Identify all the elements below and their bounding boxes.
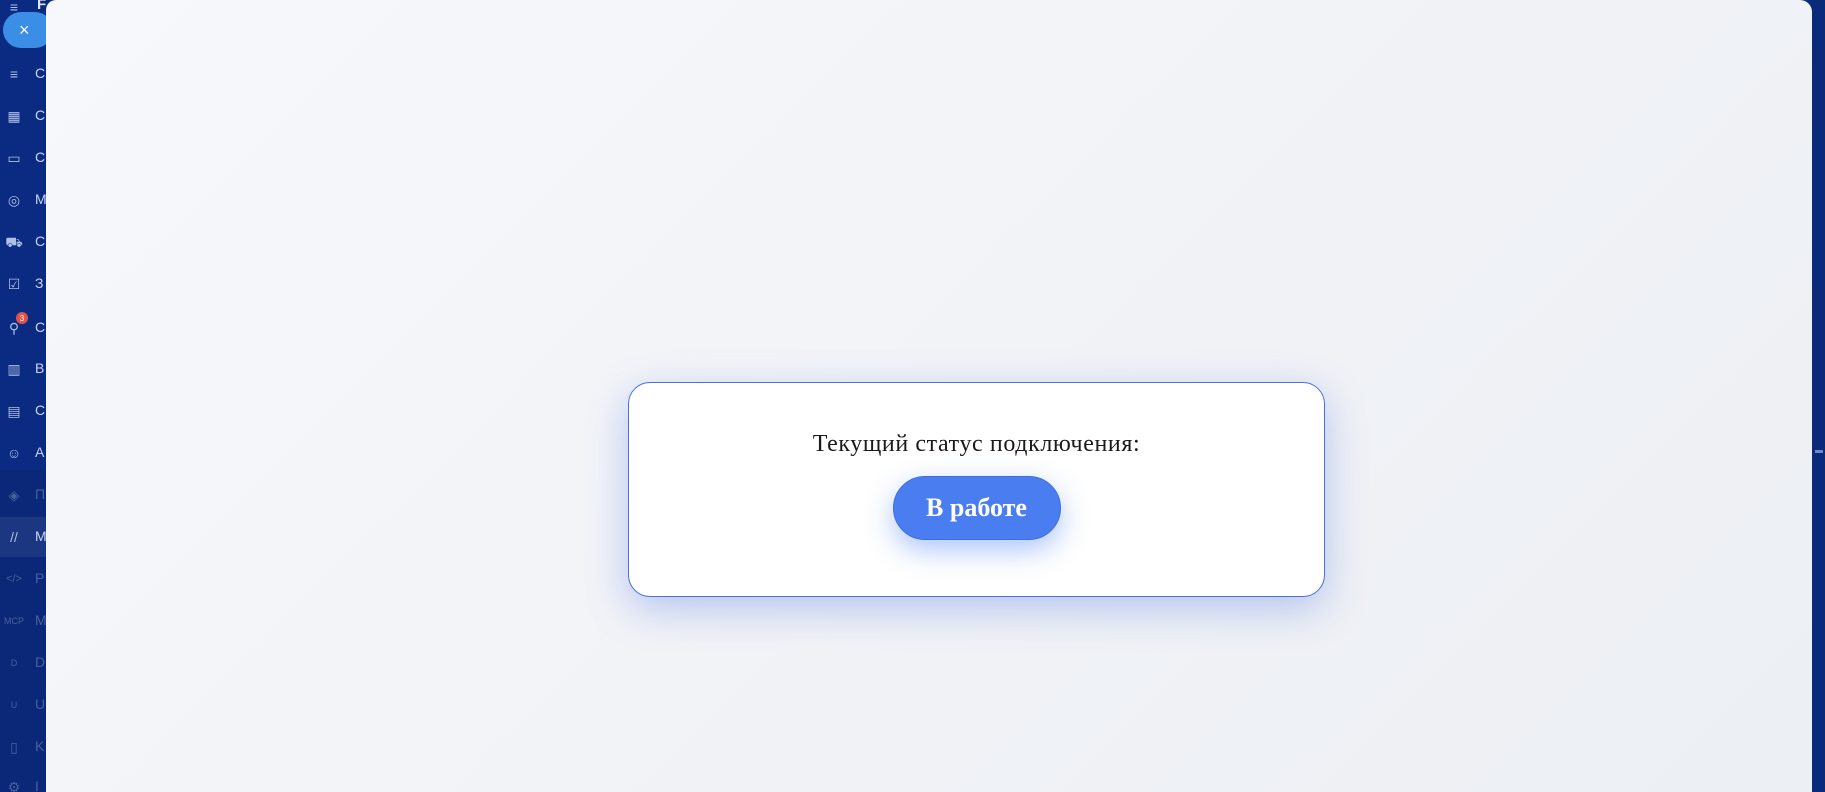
checkbox-icon[interactable]: ☑ <box>5 275 23 293</box>
mcp-icon[interactable]: MCP <box>4 612 24 630</box>
sidebar-item-label[interactable]: З <box>35 275 46 291</box>
calendar-icon[interactable]: ▦ <box>5 107 23 125</box>
app-window: ≡ F ≡ C ▦ C ▭ C ◎ M ⛟ C ☑ З ⚲ 3 C ▥ B ▤ … <box>0 0 1825 792</box>
close-icon: × <box>19 19 30 40</box>
sidebar-item-label[interactable]: M <box>35 528 46 544</box>
sidebar-item-label[interactable]: P <box>35 570 46 586</box>
circle-u-icon[interactable]: U <box>5 696 23 714</box>
card-icon[interactable]: ▤ <box>5 402 23 420</box>
sidebar-item-label[interactable]: C <box>35 149 46 165</box>
sidebar-item-label[interactable]: C <box>35 319 46 335</box>
status-heading: Текущий статус подключения: <box>812 431 1141 457</box>
box-icon[interactable]: ◈ <box>5 486 23 504</box>
notification-badge: 3 <box>16 312 28 324</box>
sidebar-item-label[interactable]: I <box>35 778 46 792</box>
sidebar-item-label[interactable]: M <box>35 612 46 628</box>
connection-status-card: Текущий статус подключения: В работе <box>628 382 1325 597</box>
target-icon[interactable]: ◎ <box>5 191 23 209</box>
sidebar: ≡ F ≡ C ▦ C ▭ C ◎ M ⛟ C ☑ З ⚲ 3 C ▥ B ▤ … <box>0 0 46 792</box>
brand-m-icon[interactable]: // <box>5 528 23 546</box>
main-panel: Текущий статус подключения: В работе <box>46 0 1812 792</box>
sidebar-item-label[interactable]: C <box>35 402 46 418</box>
sidebar-item-label[interactable]: A <box>35 444 46 460</box>
storage-icon[interactable]: ▭ <box>5 149 23 167</box>
sidebar-item-label[interactable]: C <box>35 107 46 123</box>
status-badge[interactable]: В работе <box>892 476 1061 540</box>
sidebar-item-label[interactable]: C <box>35 65 46 81</box>
sidebar-item-label[interactable]: M <box>35 191 46 207</box>
sidebar-item-label[interactable]: B <box>35 360 46 376</box>
document-icon[interactable]: ▯ <box>5 738 23 756</box>
cart-icon[interactable]: ⛟ <box>5 233 23 251</box>
funnel-icon[interactable]: ≡ <box>5 65 23 83</box>
bar-chart-icon[interactable]: ▥ <box>5 360 23 378</box>
sidebar-brand-letter: F <box>37 0 47 13</box>
sidebar-item-label[interactable]: K <box>35 738 46 754</box>
sidebar-item-label[interactable]: П <box>35 486 46 502</box>
sidebar-item-label[interactable]: U <box>35 696 46 712</box>
sidebar-item-label[interactable]: C <box>35 233 46 249</box>
sidebar-item-label[interactable]: D <box>35 654 46 670</box>
right-edge-strip <box>1812 0 1825 792</box>
circle-d-icon[interactable]: D <box>5 654 23 672</box>
code-icon[interactable]: </> <box>5 570 23 588</box>
settings-icon[interactable]: ⚙ <box>5 778 23 792</box>
edge-marker <box>1815 450 1823 453</box>
robot-icon[interactable]: ☺ <box>5 444 23 462</box>
